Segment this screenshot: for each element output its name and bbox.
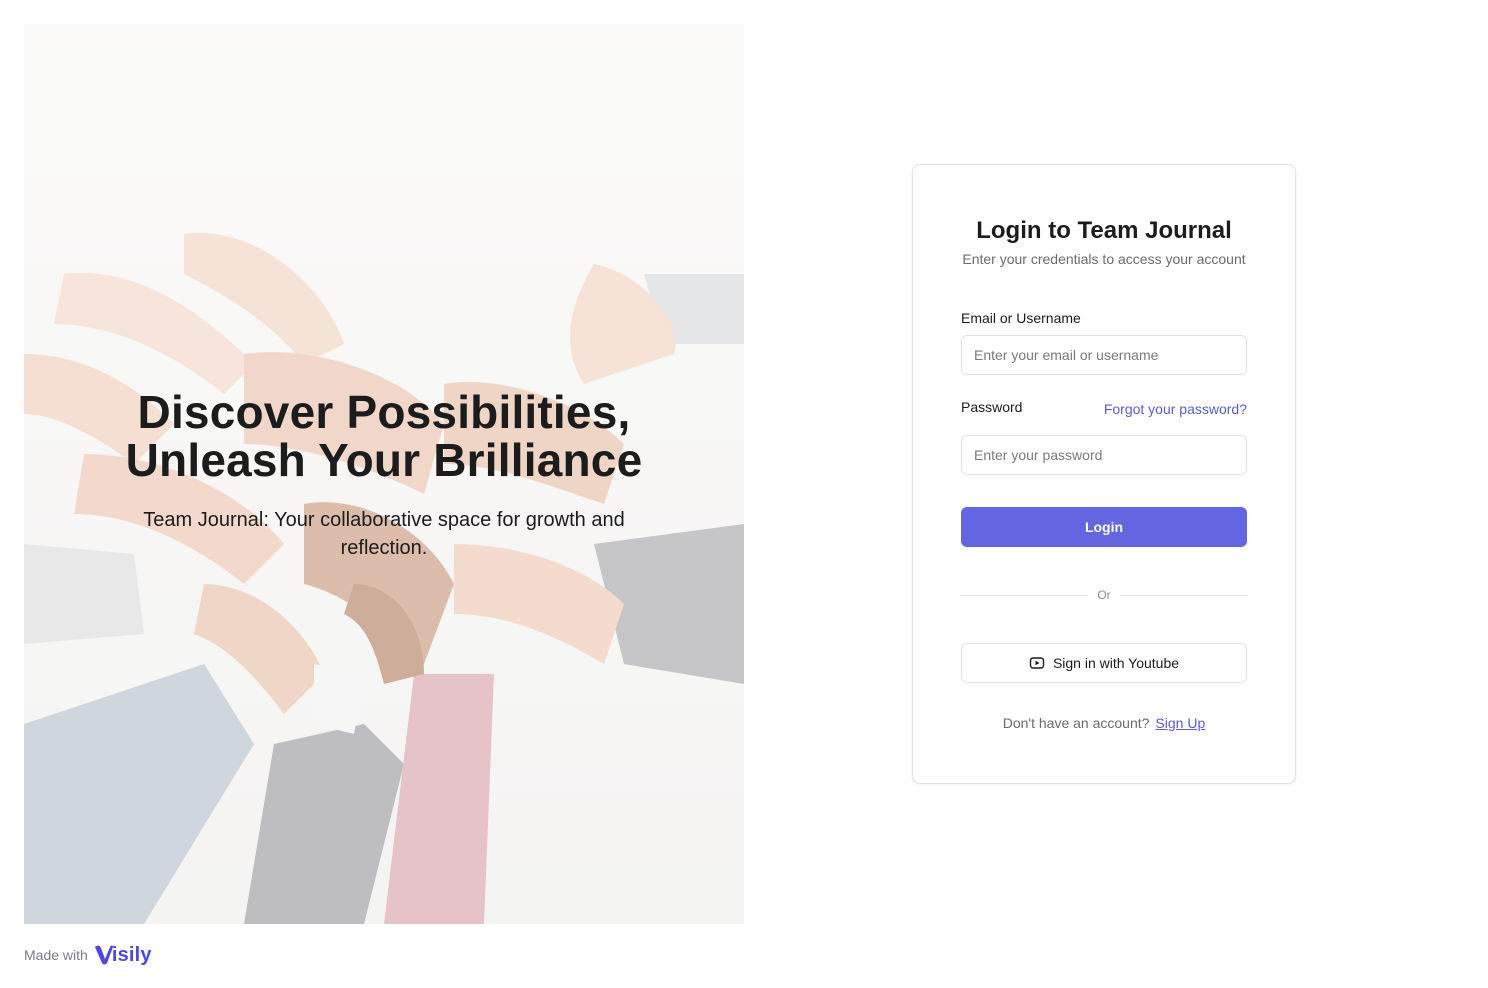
signup-prompt: Don't have an account? bbox=[1002, 715, 1150, 731]
made-with-badge[interactable]: Made with isily bbox=[24, 940, 152, 970]
hero-text-block: Discover Possibilities, Unleash Your Bri… bbox=[24, 388, 744, 562]
login-page: Discover Possibilities, Unleash Your Bri… bbox=[0, 0, 1488, 988]
youtube-button-label: Sign in with Youtube bbox=[1052, 655, 1180, 671]
divider-text: Or bbox=[1097, 588, 1111, 602]
login-title: Login to Team Journal bbox=[976, 217, 1232, 244]
divider-line-right bbox=[1120, 594, 1247, 596]
hero-panel: Discover Possibilities, Unleash Your Bri… bbox=[24, 24, 744, 924]
youtube-signin-button[interactable]: Sign in with Youtube bbox=[961, 643, 1247, 683]
made-with-label: Made with bbox=[24, 947, 88, 963]
login-button[interactable]: Login bbox=[961, 507, 1247, 547]
brand-name: isily bbox=[111, 943, 152, 966]
hero-subtitle: Team Journal: Your collaborative space f… bbox=[143, 509, 625, 559]
visily-logo-icon bbox=[94, 945, 113, 965]
forgot-password-link[interactable]: Forgot your password? bbox=[1104, 401, 1247, 417]
password-field[interactable] bbox=[961, 435, 1247, 475]
hero-title: Discover Possibilities, Unleash Your Bri… bbox=[125, 386, 643, 486]
brand-logo[interactable]: isily bbox=[94, 944, 152, 967]
youtube-icon bbox=[1029, 657, 1045, 669]
or-divider: Or bbox=[961, 587, 1247, 603]
signup-link[interactable]: Sign Up bbox=[1155, 715, 1205, 731]
signup-row: Don't have an account? Sign Up bbox=[961, 715, 1247, 731]
password-label: Password bbox=[961, 399, 1023, 415]
email-field[interactable] bbox=[961, 335, 1247, 375]
login-card: Login to Team Journal Enter your credent… bbox=[912, 164, 1296, 784]
email-label: Email or Username bbox=[961, 310, 1081, 326]
divider-line-left bbox=[961, 594, 1088, 596]
login-subtitle: Enter your credentials to access your ac… bbox=[962, 251, 1246, 267]
